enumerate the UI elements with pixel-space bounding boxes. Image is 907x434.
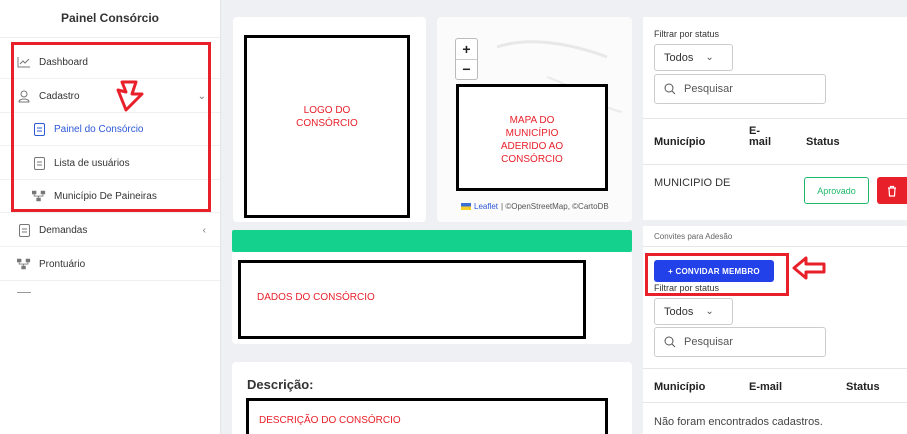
invites-col-email: E-mail [749, 381, 783, 393]
members-search-placeholder: Pesquisar [684, 83, 733, 95]
members-col-municipio: Município [654, 136, 706, 148]
org-chart-icon [17, 257, 31, 271]
sidebar-item-prontuario[interactable]: Prontuário [0, 248, 220, 281]
map-zoom-control: + − [455, 38, 478, 80]
invites-col-status: Status [846, 381, 880, 393]
search-icon [664, 83, 676, 95]
invites-status-value: Todos [664, 305, 694, 318]
invites-search-input[interactable]: Pesquisar [654, 327, 826, 357]
flag-icon [461, 203, 471, 210]
members-status-select[interactable]: Todos ⌄ [654, 44, 733, 71]
chevron-down-icon: ⌄ [705, 52, 714, 63]
sidebar-item-label: Demandas [39, 224, 88, 236]
divider [643, 402, 907, 403]
map-text: MAPA DO MUNICÍPIO ADERIDO AO CONSÓRCIO [500, 115, 564, 165]
invites-search-placeholder: Pesquisar [684, 336, 733, 348]
arrow-down-icon [116, 80, 144, 112]
invites-status-select[interactable]: Todos ⌄ [654, 298, 733, 325]
delete-button[interactable] [877, 177, 907, 204]
members-filter-label: Filtrar por status [654, 29, 720, 39]
dados-text: DADOS DO CONSÓRCIO [257, 292, 375, 303]
members-row-municipio: MUNICIPIO DE [654, 177, 731, 189]
leaflet-link[interactable]: Leaflet [474, 202, 498, 211]
invites-section-title: Convites para Adesão [654, 232, 733, 241]
descricao-placeholder: DESCRIÇÃO DO CONSÓRCIO [246, 398, 608, 434]
members-col-email: E- mail [749, 125, 772, 148]
descricao-text: DESCRIÇÃO DO CONSÓRCIO [259, 415, 401, 426]
chevron-left-icon: ‹ [202, 224, 206, 236]
chevron-down-icon: ⌄ [705, 306, 714, 317]
dados-placeholder: DADOS DO CONSÓRCIO [238, 260, 586, 339]
approved-button[interactable]: Aprovado [804, 177, 869, 204]
divider [643, 246, 907, 247]
invites-empty-message: Não foram encontrados cadastros. [654, 416, 823, 428]
document-icon [17, 223, 31, 237]
divider [643, 118, 907, 119]
invites-col-municipio: Município [654, 381, 706, 393]
sidebar-item-label: Prontuário [39, 258, 86, 270]
sidebar-title: Painel Consórcio [0, 0, 220, 38]
search-icon [664, 336, 676, 348]
zoom-in-button[interactable]: + [456, 39, 477, 60]
descricao-label: Descrição: [247, 377, 314, 392]
divider [643, 368, 907, 369]
trash-icon [888, 185, 896, 197]
members-col-status: Status [806, 136, 840, 148]
members-status-value: Todos [664, 51, 694, 64]
map-placeholder: MAPA DO MUNICÍPIO ADERIDO AO CONSÓRCIO [456, 84, 608, 191]
logo-text: LOGO DO CONSÓRCIO [296, 105, 358, 129]
collapse-handle[interactable] [17, 292, 31, 293]
arrow-left-icon [792, 256, 826, 280]
logo-placeholder: LOGO DO CONSÓRCIO [244, 35, 410, 218]
highlight-box-sidebar [11, 42, 211, 212]
consortium-header-bar [232, 230, 632, 252]
map-attribution: Leaflet | ©OpenStreetMap, ©CartoDB [461, 202, 609, 211]
zoom-out-button[interactable]: − [456, 60, 477, 80]
map-attribution-text: | ©OpenStreetMap, ©CartoDB [501, 202, 609, 211]
members-search-input[interactable]: Pesquisar [654, 74, 826, 104]
highlight-box-invite [645, 253, 789, 296]
divider [643, 164, 907, 165]
sidebar-item-demandas[interactable]: Demandas ‹ [0, 214, 220, 247]
